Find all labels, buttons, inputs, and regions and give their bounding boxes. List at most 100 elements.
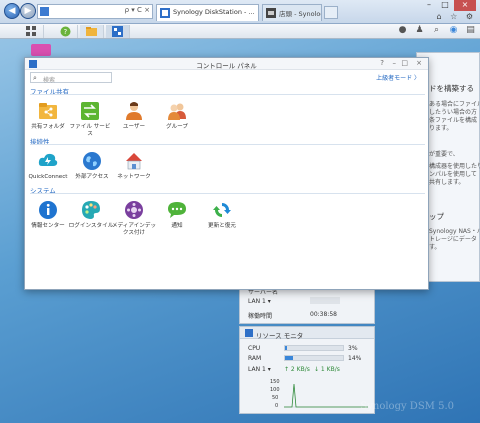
help-line: 共有します。 (429, 179, 465, 186)
address-bar[interactable]: ρ ▾ C × (37, 4, 153, 19)
ram-value: 14% (348, 355, 362, 362)
file-services-icon (81, 102, 99, 120)
search-icon[interactable]: ⌕ (431, 25, 442, 36)
search-icon: ⌕ (33, 74, 37, 82)
axis-tick: 150 (270, 379, 280, 385)
dsm-taskbar: ? ● ♟ ⌕ ◉ ▤ (0, 24, 480, 39)
help-line: す。 (429, 244, 441, 251)
notification-item[interactable]: 通知 (154, 200, 200, 230)
dsm-watermark: Synology DSM 5.0 (360, 401, 454, 412)
help-button[interactable]: ? (380, 59, 384, 67)
shared-folder-item[interactable]: 共有フォルダ (25, 101, 71, 131)
ram-bar-fill (285, 356, 294, 360)
section-divider (30, 144, 425, 145)
help-line: ップ (429, 212, 444, 221)
section-divider (30, 193, 425, 194)
axis-tick: 50 (272, 395, 279, 401)
item-label: ユーザー (122, 124, 146, 130)
dsm-right-tray: ● ♟ ⌕ ◉ ▤ (397, 25, 476, 36)
help-line: が重要で、 (429, 151, 459, 158)
upload-rate: ↑ 2 KB/s (284, 366, 310, 373)
item-label: 更新と復元 (208, 223, 236, 229)
monitor-icon (245, 329, 253, 337)
browser-right-icons[interactable]: ⌂ ☆ ⚙ (436, 12, 476, 21)
item-label: 共有フォルダ (31, 124, 65, 130)
help-heading: ドを構築する (429, 84, 474, 93)
synology-tab-icon (266, 8, 276, 18)
external-access-icon (83, 152, 101, 170)
item-label: QuickConnect (28, 174, 68, 180)
control-panel-taskbar-button[interactable] (106, 25, 130, 38)
network-item[interactable]: ネットワーク (111, 151, 157, 181)
cpu-label: CPU (248, 345, 261, 352)
advanced-mode-link[interactable]: 上級者モード 〉 (376, 73, 420, 82)
resource-monitor-widget: リソース モニタ CPU 3% RAM 14% LAN 1 ▾ ↑ 2 KB/s… (239, 326, 375, 414)
forward-button[interactable]: ▶ (20, 3, 36, 19)
item-label: ファイル サービス (69, 124, 111, 137)
uptime-label: 稼働時間 (248, 313, 273, 320)
item-label: 通知 (171, 223, 183, 229)
control-panel-icon (112, 26, 123, 37)
folder-icon (86, 27, 97, 36)
ram-label: RAM (248, 355, 262, 362)
media-indexing-item[interactable]: メディアインデックス付け (111, 200, 157, 237)
cpu-value: 3% (348, 345, 358, 352)
info-center-item[interactable]: 情報センター (25, 200, 71, 230)
shared-folder-icon (39, 103, 57, 119)
group-item[interactable]: グループ (154, 101, 200, 131)
control-panel-window: コントロール パネル ? – □ × ⌕ 検索 上級者モード 〉 ファイル共有 … (24, 57, 429, 290)
new-tab-button[interactable] (324, 6, 338, 19)
login-style-item[interactable]: ログインスタイル (68, 200, 114, 230)
window-title: コントロール パネル (196, 62, 257, 70)
back-button[interactable]: ◀ (4, 3, 20, 19)
user-icon (126, 102, 142, 120)
item-label: 情報センター (31, 223, 65, 229)
minimize-button[interactable]: – (393, 59, 397, 67)
search-input[interactable]: ⌕ 検索 (30, 72, 112, 84)
item-label: ログインスタイル (68, 223, 114, 229)
item-label: グループ (165, 124, 189, 130)
minimize-window-button[interactable]: – (422, 0, 436, 11)
widget-icon[interactable]: ◉ (448, 25, 459, 36)
ip-address-placeholder (310, 297, 340, 304)
update-restore-item[interactable]: 更新と復元 (199, 200, 245, 230)
update-restore-icon (213, 203, 231, 217)
user-item[interactable]: ユーザー (111, 101, 157, 131)
item-label: 外部アクセス (75, 174, 109, 180)
file-services-item[interactable]: ファイル サービス (67, 101, 113, 138)
lan-label[interactable]: LAN 1 ▾ (248, 298, 271, 305)
item-label: ネットワーク (117, 174, 151, 180)
grid-icon (26, 26, 36, 36)
browser-toolbar: ◀ ▶ ρ ▾ C × Synology DiskStation - ...× … (0, 0, 480, 24)
user-icon[interactable]: ♟ (414, 25, 425, 36)
synology-tab-icon (160, 8, 170, 18)
chat-icon[interactable]: ● (397, 25, 408, 36)
network-graph (284, 383, 368, 408)
close-button[interactable]: × (416, 59, 422, 67)
main-menu-button[interactable] (20, 25, 44, 38)
panel-icon[interactable]: ▤ (465, 25, 476, 36)
tab-label: Synology DiskStation - ... (173, 8, 255, 16)
info-center-icon (39, 201, 57, 219)
lan-dropdown[interactable]: LAN 1 ▾ (248, 366, 271, 373)
tab-synology-about[interactable]: 店頭 - Synology について - (262, 4, 322, 21)
quickconnect-item[interactable]: QuickConnect (25, 151, 71, 181)
ram-bar (284, 355, 344, 361)
cpu-bar (284, 345, 344, 351)
maximize-button[interactable]: □ (401, 59, 408, 67)
external-access-item[interactable]: 外部アクセス (69, 151, 115, 181)
package-center-button[interactable]: ? (54, 25, 78, 38)
group-icon (168, 103, 186, 120)
tab-diskstation[interactable]: Synology DiskStation - ...× (156, 4, 259, 21)
close-window-button[interactable]: × (454, 0, 476, 11)
download-rate: ↓ 1 KB/s (314, 366, 340, 373)
item-label: メディアインデックス付け (111, 223, 157, 236)
address-tools[interactable]: ρ ▾ C × (125, 6, 150, 14)
file-station-button[interactable] (80, 25, 104, 38)
control-panel-titlebar[interactable]: コントロール パネル ? – □ × (25, 58, 428, 70)
axis-tick: 100 (270, 387, 280, 393)
notification-icon (168, 202, 186, 218)
widget-title: リソース モニタ (256, 332, 304, 340)
desktop-app-icon[interactable] (31, 44, 51, 56)
maximize-window-button[interactable]: □ (438, 0, 452, 11)
